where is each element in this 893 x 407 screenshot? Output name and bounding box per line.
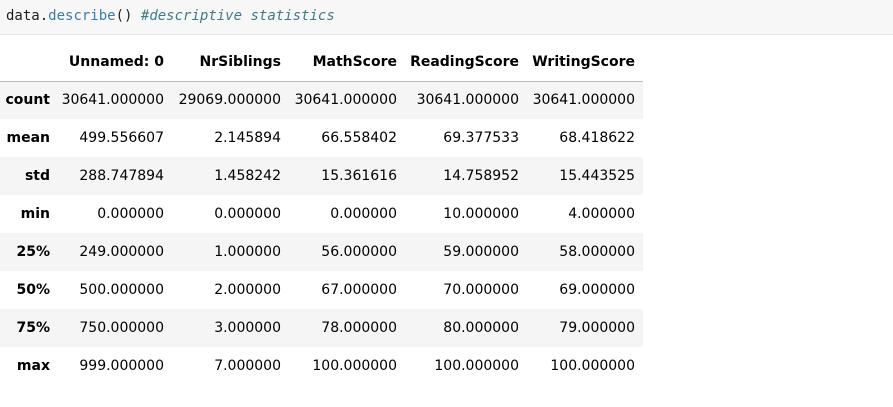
table-cell: 750.000000 [79,320,164,336]
table-cell: 15.443525 [559,168,635,184]
dataframe-output: Unnamed: 0 NrSiblings MathScore ReadingS… [0,43,643,385]
table-cell: 78.000000 [321,320,397,336]
table-cell: 1.000000 [214,244,281,260]
table-cell: 2.145894 [214,130,281,146]
table-cell: 100.000000 [312,358,397,374]
code-line[interactable]: data.describe() #descriptive statistics [6,7,335,25]
table-cell: 3.000000 [214,320,281,336]
describe-table: Unnamed: 0 NrSiblings MathScore ReadingS… [0,43,643,385]
table-cell: 68.418622 [559,130,635,146]
table-cell: 70.000000 [443,282,519,298]
code-object-name: data [6,8,40,24]
table-cell: 30641.000000 [416,92,519,109]
table-cell: 249.000000 [79,244,164,260]
table-cell: 10.000000 [443,206,519,222]
column-header: ReadingScore [405,43,527,82]
table-cell: 7.000000 [214,358,281,374]
table-cell: 79.000000 [559,320,635,336]
code-comment: #descriptive statistics [140,8,335,24]
table-row: 50% 500.000000 2.000000 67.000000 70.000… [0,271,643,309]
table-cell: 59.000000 [443,244,519,260]
table-cell: 14.758952 [443,168,519,184]
table-cell: 1.458242 [214,168,281,184]
table-cell: 30641.000000 [61,92,164,109]
row-label: count [5,92,50,109]
column-header: NrSiblings [172,43,289,82]
table-cell: 4.000000 [568,206,635,222]
table-row: mean 499.556607 2.145894 66.558402 69.37… [0,119,643,157]
table-cell: 500.000000 [79,282,164,298]
row-label: 75% [16,320,50,336]
table-row: max 999.000000 7.000000 100.000000 100.0… [0,347,643,385]
table-cell: 100.000000 [434,358,519,374]
column-header: WritingScore [527,43,643,82]
row-label: mean [6,130,51,146]
code-parens: () [115,8,133,24]
table-cell: 0.000000 [330,206,397,222]
table-cell: 999.000000 [79,358,164,374]
table-row: count 30641.000000 29069.000000 30641.00… [0,81,643,119]
table-cell: 66.558402 [321,130,397,146]
table-cell: 29069.000000 [178,92,281,109]
table-cell: 30641.000000 [294,92,397,109]
column-header: MathScore [289,43,405,82]
table-cell: 30641.000000 [532,92,635,109]
table-cell: 288.747894 [79,168,164,184]
table-cell: 499.556607 [79,130,164,146]
code-dot: . [39,8,49,24]
row-label: std [24,168,50,184]
table-header-row: Unnamed: 0 NrSiblings MathScore ReadingS… [0,43,643,82]
table-cell: 56.000000 [321,244,397,260]
table-cell: 69.377533 [443,130,519,146]
table-cell: 69.000000 [559,282,635,298]
table-cell: 0.000000 [214,206,281,222]
table-row: std 288.747894 1.458242 15.361616 14.758… [0,157,643,195]
row-label: 50% [16,282,50,298]
column-header: Unnamed: 0 [58,43,172,82]
index-header [0,43,58,82]
table-row: 75% 750.000000 3.000000 78.000000 80.000… [0,309,643,347]
table-cell: 67.000000 [321,282,397,298]
table-cell: 58.000000 [559,244,635,260]
table-cell: 100.000000 [550,358,635,374]
table-cell: 15.361616 [321,168,397,184]
table-row: min 0.000000 0.000000 0.000000 10.000000… [0,195,643,233]
row-label: min [20,206,50,222]
table-row: 25% 249.000000 1.000000 56.000000 59.000… [0,233,643,271]
code-method-name: describe [48,8,116,24]
table-cell: 0.000000 [97,206,164,222]
code-cell[interactable]: data.describe() #descriptive statistics [0,0,893,35]
table-cell: 80.000000 [443,320,519,336]
row-label: 25% [16,244,50,260]
row-label: max [16,358,50,374]
table-cell: 2.000000 [214,282,281,298]
